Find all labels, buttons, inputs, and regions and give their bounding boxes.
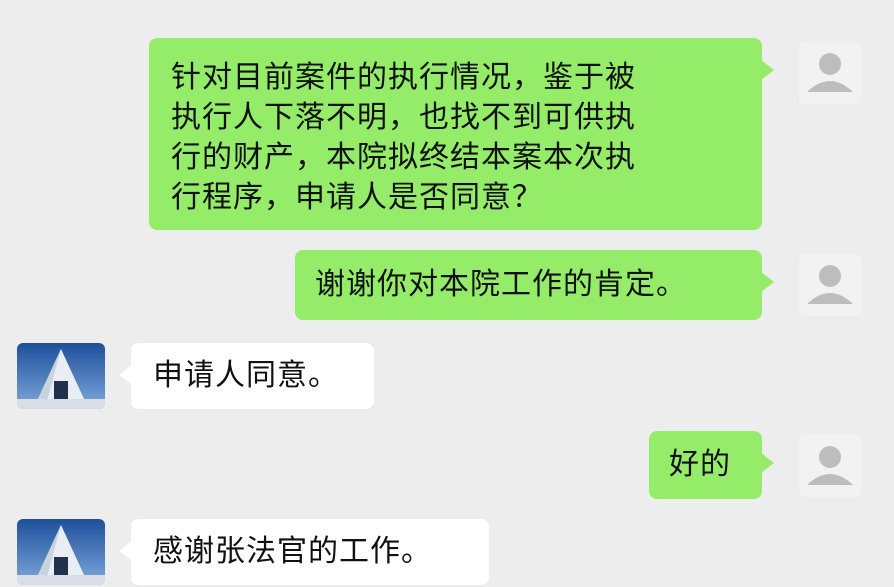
default-person-icon[interactable] (799, 435, 861, 497)
message-text: 申请人同意。 (153, 358, 339, 393)
message-bubble[interactable]: 申请人同意。 (119, 343, 374, 409)
message-bubble[interactable]: 谢谢你对本院工作的肯定。 (295, 250, 774, 320)
message-text: 针对目前案件的执行情况，鉴于被 (171, 60, 636, 95)
message-text: 执行人下落不明，也找不到可供执 (171, 100, 636, 135)
default-person-icon[interactable] (799, 42, 861, 104)
message-bubble[interactable]: 针对目前案件的执行情况，鉴于被 执行人下落不明，也找不到可供执 行的财产，本院拟… (149, 38, 774, 230)
message-text: 行程序，申请人是否同意？ (171, 180, 543, 215)
message-text: 好的 (669, 447, 731, 482)
message-bubble[interactable]: 感谢张法官的工作。 (119, 519, 489, 585)
message-text: 感谢张法官的工作。 (153, 534, 432, 569)
building-photo-avatar[interactable] (17, 343, 105, 409)
message-text: 行的财产，本院拟终结本案本次执 (171, 140, 636, 175)
message-text: 谢谢你对本院工作的肯定。 (315, 267, 687, 302)
message-bubble[interactable]: 好的 (649, 431, 774, 499)
default-person-icon[interactable] (799, 254, 861, 316)
building-photo-avatar[interactable] (17, 519, 105, 585)
